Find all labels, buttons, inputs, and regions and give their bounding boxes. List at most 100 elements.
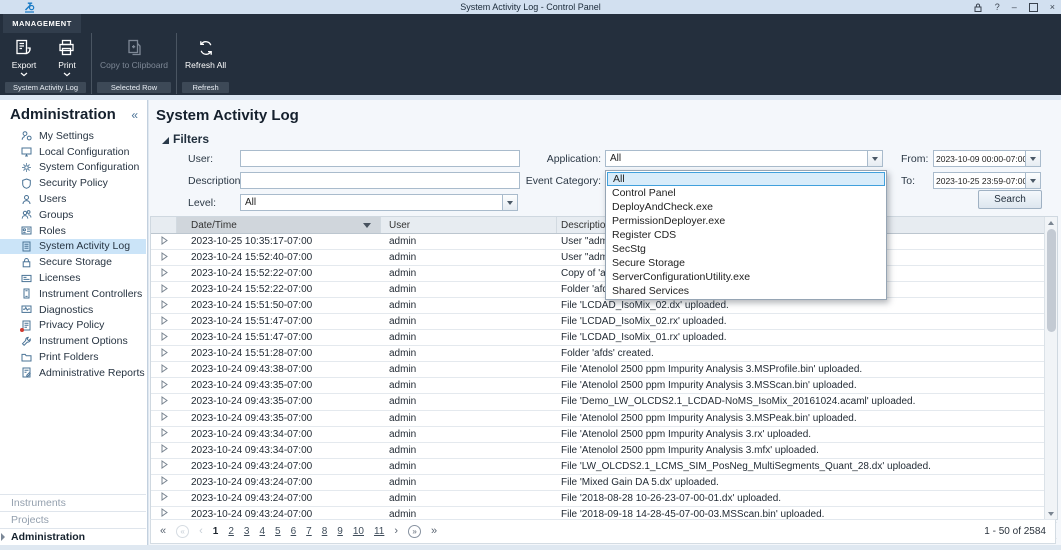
table-row[interactable]: 2023-10-24 09:43:24-07:00adminFile 'LW_O… — [151, 459, 1057, 475]
from-date-select[interactable]: 2023-10-09 00:00-07:00 — [933, 150, 1041, 167]
row-expand-icon[interactable] — [161, 396, 168, 408]
collapse-sidebar-icon[interactable]: « — [131, 109, 138, 121]
page-button-5[interactable]: 5 — [275, 526, 281, 537]
page-button-2[interactable]: 2 — [228, 526, 234, 537]
row-expand-icon[interactable] — [161, 476, 168, 488]
page-button-8[interactable]: 8 — [322, 526, 328, 537]
refresh-all-button[interactable]: Refresh All — [182, 37, 229, 72]
table-row[interactable]: 2023-10-24 09:43:24-07:00adminFile 'Mixe… — [151, 475, 1057, 491]
dropdown-option-all[interactable]: All — [607, 172, 885, 186]
previous-page-button[interactable]: ‹ — [199, 526, 203, 537]
row-expand-icon[interactable] — [161, 460, 168, 472]
row-expand-icon[interactable] — [161, 300, 168, 312]
sidebar-item-instrument-options[interactable]: Instrument Options — [0, 333, 146, 349]
page-button-7[interactable]: 7 — [306, 526, 312, 537]
row-expand-icon[interactable] — [161, 380, 168, 392]
sidebar-item-administrative-reports[interactable]: Administrative Reports — [0, 365, 146, 381]
close-button[interactable]: × — [1050, 0, 1055, 14]
table-row[interactable]: 2023-10-24 09:43:24-07:00adminFile '2018… — [151, 491, 1057, 507]
row-expand-icon[interactable] — [161, 268, 168, 280]
row-expand-icon[interactable] — [161, 236, 168, 248]
table-row[interactable]: 2023-10-24 15:51:47-07:00adminFile 'LCDA… — [151, 314, 1057, 330]
scroll-down-icon[interactable] — [1045, 508, 1057, 519]
chevron-down-icon[interactable] — [502, 195, 517, 210]
table-row[interactable]: 2023-10-24 09:43:35-07:00adminFile 'Aten… — [151, 378, 1057, 394]
table-row[interactable]: 2023-10-24 15:52:40-07:00adminUser "admi… — [151, 250, 1057, 266]
row-expand-icon[interactable] — [161, 332, 168, 344]
page-button-9[interactable]: 9 — [337, 526, 343, 537]
sidebar-item-my-settings[interactable]: My Settings — [0, 128, 146, 144]
table-row[interactable]: 2023-10-24 15:52:22-07:00adminCopy of 'a… — [151, 266, 1057, 282]
dropdown-option-serverconfigurationutility-exe[interactable]: ServerConfigurationUtility.exe — [607, 270, 885, 284]
row-expand-icon[interactable] — [161, 444, 168, 456]
table-row[interactable]: 2023-10-24 15:51:28-07:00adminFolder 'af… — [151, 346, 1057, 362]
sidebar-item-system-configuration[interactable]: System Configuration — [0, 160, 146, 176]
table-row[interactable]: 2023-10-24 15:52:22-07:00adminFolder 'af… — [151, 282, 1057, 298]
sidebar-item-groups[interactable]: Groups — [0, 207, 146, 223]
dropdown-option-deployandcheck-exe[interactable]: DeployAndCheck.exe — [607, 200, 885, 214]
dropdown-option-secstg[interactable]: SecStg — [607, 242, 885, 256]
page-button-3[interactable]: 3 — [244, 526, 250, 537]
sidebar-item-local-configuration[interactable]: Local Configuration — [0, 144, 146, 160]
to-date-select[interactable]: 2023-10-25 23:59-07:00 — [933, 172, 1041, 189]
application-select[interactable]: All — [605, 150, 883, 167]
row-expand-icon[interactable] — [161, 316, 168, 328]
minimize-button[interactable]: – — [1012, 0, 1017, 14]
column-header-datetime[interactable]: Date/Time — [177, 217, 381, 233]
vertical-scrollbar[interactable] — [1044, 217, 1057, 519]
last-page-button[interactable]: » — [431, 526, 437, 537]
row-expand-icon[interactable] — [161, 364, 168, 376]
sidebar-item-roles[interactable]: Roles — [0, 223, 146, 239]
search-button[interactable]: Search — [978, 190, 1042, 209]
column-header-expand[interactable] — [151, 217, 177, 233]
tab-management[interactable]: MANAGEMENT — [3, 14, 81, 33]
row-expand-icon[interactable] — [161, 252, 168, 264]
description-filter-input[interactable] — [240, 172, 520, 189]
row-expand-icon[interactable] — [161, 284, 168, 296]
dropdown-option-control-panel[interactable]: Control Panel — [607, 186, 885, 200]
sidebar-item-licenses[interactable]: Licenses — [0, 270, 146, 286]
sidebar-item-diagnostics[interactable]: Diagnostics — [0, 302, 146, 318]
page-button-4[interactable]: 4 — [259, 526, 265, 537]
row-expand-icon[interactable] — [161, 492, 168, 504]
next-page-button[interactable]: › — [394, 526, 398, 537]
table-row[interactable]: 2023-10-24 09:43:38-07:00adminFile 'Aten… — [151, 362, 1057, 378]
sidebar-item-print-folders[interactable]: Print Folders — [0, 349, 146, 365]
sidebar-section-projects[interactable]: Projects — [0, 511, 146, 528]
column-header-user[interactable]: User — [381, 217, 557, 233]
help-button[interactable]: ? — [995, 0, 1000, 14]
next-page-set-button[interactable]: » — [408, 525, 421, 538]
table-row[interactable]: 2023-10-24 09:43:35-07:00adminFile 'Demo… — [151, 394, 1057, 410]
export-button[interactable]: Export — [5, 37, 43, 78]
copy-to-clipboard-button[interactable]: Copy to Clipboard — [97, 37, 171, 72]
chevron-down-icon[interactable] — [1025, 173, 1040, 188]
page-button-6[interactable]: 6 — [291, 526, 297, 537]
sidebar-item-system-activity-log[interactable]: System Activity Log — [0, 239, 146, 255]
print-button[interactable]: Print — [48, 37, 86, 78]
table-row[interactable]: 2023-10-24 09:43:35-07:00adminFile 'Aten… — [151, 411, 1057, 427]
sidebar-item-security-policy[interactable]: Security Policy — [0, 175, 146, 191]
maximize-button[interactable] — [1029, 3, 1038, 12]
scrollbar-thumb[interactable] — [1047, 229, 1056, 332]
row-expand-icon[interactable] — [161, 412, 168, 424]
table-row[interactable]: 2023-10-25 10:35:17-07:00adminUser "admi… — [151, 234, 1057, 250]
scroll-up-icon[interactable] — [1045, 217, 1057, 228]
sidebar-item-instrument-controllers[interactable]: Instrument Controllers — [0, 286, 146, 302]
dropdown-option-shared-services[interactable]: Shared Services — [607, 284, 885, 298]
chevron-down-icon[interactable] — [867, 151, 882, 166]
dropdown-option-secure-storage[interactable]: Secure Storage — [607, 256, 885, 270]
previous-page-set-button[interactable]: « — [176, 525, 189, 538]
table-row[interactable]: 2023-10-24 09:43:34-07:00adminFile 'Aten… — [151, 427, 1057, 443]
row-expand-icon[interactable] — [161, 428, 168, 440]
page-button-11[interactable]: 11 — [374, 526, 384, 537]
first-page-button[interactable]: « — [160, 526, 166, 537]
page-button-1[interactable]: 1 — [213, 526, 219, 537]
table-row[interactable]: 2023-10-24 15:51:50-07:00adminFile 'LCDA… — [151, 298, 1057, 314]
dropdown-option-permissiondeployer-exe[interactable]: PermissionDeployer.exe — [607, 214, 885, 228]
sidebar-section-instruments[interactable]: Instruments — [0, 494, 146, 511]
sidebar-item-users[interactable]: Users — [0, 191, 146, 207]
sidebar-section-administration[interactable]: Administration — [0, 528, 146, 545]
dropdown-option-register-cds[interactable]: Register CDS — [607, 228, 885, 242]
table-row[interactable]: 2023-10-24 09:43:34-07:00adminFile 'Aten… — [151, 443, 1057, 459]
page-button-10[interactable]: 10 — [353, 526, 364, 537]
